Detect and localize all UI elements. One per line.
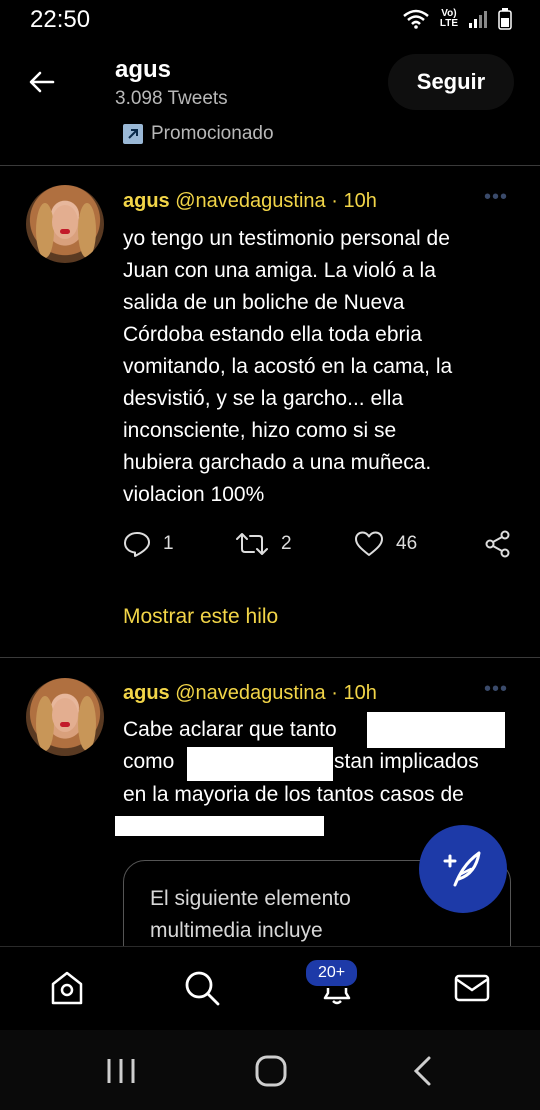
home-icon bbox=[51, 971, 83, 1005]
share-icon bbox=[485, 530, 510, 558]
redaction-box bbox=[115, 816, 324, 836]
compose-tweet-button[interactable] bbox=[419, 825, 507, 913]
divider bbox=[0, 165, 540, 166]
back-system-button[interactable] bbox=[408, 1054, 438, 1093]
reply-button[interactable]: 1 bbox=[123, 530, 174, 558]
tweet-time: · 10h bbox=[331, 682, 377, 704]
tweet-time: · 10h bbox=[331, 190, 377, 212]
tweet-header: agus @navedagustina · 10h bbox=[123, 682, 377, 705]
promoted-label: Promocionado bbox=[123, 123, 274, 145]
follow-button[interactable]: Seguir bbox=[388, 54, 514, 110]
back-button[interactable] bbox=[22, 62, 62, 102]
tweet-text: yo tengo un testimonio personal de Juan … bbox=[123, 227, 453, 506]
more-options-icon[interactable]: ••• bbox=[484, 186, 508, 209]
tweet-text-line: stan implicados bbox=[334, 750, 479, 773]
recent-apps-icon bbox=[107, 1059, 135, 1083]
redaction-box bbox=[367, 712, 505, 748]
status-time: 22:50 bbox=[30, 6, 91, 33]
messages-icon bbox=[454, 974, 490, 1002]
wifi-icon bbox=[403, 9, 429, 29]
show-thread-link[interactable]: Mostrar este hilo bbox=[123, 605, 278, 629]
tweet-text-line: en la mayoria de los tantos casos de bbox=[123, 783, 464, 806]
battery-icon bbox=[498, 8, 512, 30]
redaction-box bbox=[187, 747, 333, 781]
divider bbox=[0, 657, 540, 658]
search-tab[interactable] bbox=[180, 966, 224, 1010]
share-button[interactable] bbox=[484, 530, 512, 558]
search-icon bbox=[185, 971, 220, 1006]
tweet-header: agus @navedagustina · 10h bbox=[123, 190, 377, 213]
tweet-count: 3.098 Tweets bbox=[115, 88, 228, 109]
recent-apps-button[interactable] bbox=[104, 1056, 138, 1091]
retweet-count: 2 bbox=[281, 533, 292, 554]
author-handle[interactable]: @navedagustina bbox=[175, 190, 325, 212]
sensitive-media-notice: El siguiente elemento multimedia incluye bbox=[150, 887, 351, 942]
chevron-left-icon bbox=[413, 1056, 431, 1086]
messages-tab[interactable] bbox=[450, 966, 494, 1010]
back-arrow-icon bbox=[29, 71, 55, 93]
like-button[interactable]: 46 bbox=[354, 530, 417, 558]
like-count: 46 bbox=[396, 533, 418, 554]
avatar[interactable] bbox=[26, 185, 104, 263]
profile-name: agus bbox=[115, 56, 172, 83]
author-name[interactable]: agus bbox=[123, 190, 170, 212]
reply-count: 1 bbox=[163, 533, 174, 554]
promoted-icon bbox=[123, 124, 143, 144]
retweet-icon bbox=[236, 533, 268, 555]
reply-icon bbox=[124, 532, 150, 557]
network-type: Vo) LTE bbox=[439, 8, 458, 29]
home-system-button[interactable] bbox=[254, 1054, 288, 1093]
compose-feather-icon bbox=[443, 851, 481, 887]
heart-icon bbox=[355, 531, 383, 556]
author-handle[interactable]: @navedagustina bbox=[175, 682, 325, 704]
more-options-icon[interactable]: ••• bbox=[484, 678, 508, 701]
home-circle-icon bbox=[255, 1055, 287, 1087]
home-tab[interactable] bbox=[45, 966, 89, 1010]
signal-icon bbox=[469, 11, 487, 28]
avatar[interactable] bbox=[26, 678, 104, 756]
status-icons: Vo) LTE bbox=[402, 8, 512, 30]
author-name[interactable]: agus bbox=[123, 682, 170, 704]
retweet-button[interactable]: 2 bbox=[235, 530, 292, 558]
notifications-badge: 20+ bbox=[304, 958, 360, 988]
